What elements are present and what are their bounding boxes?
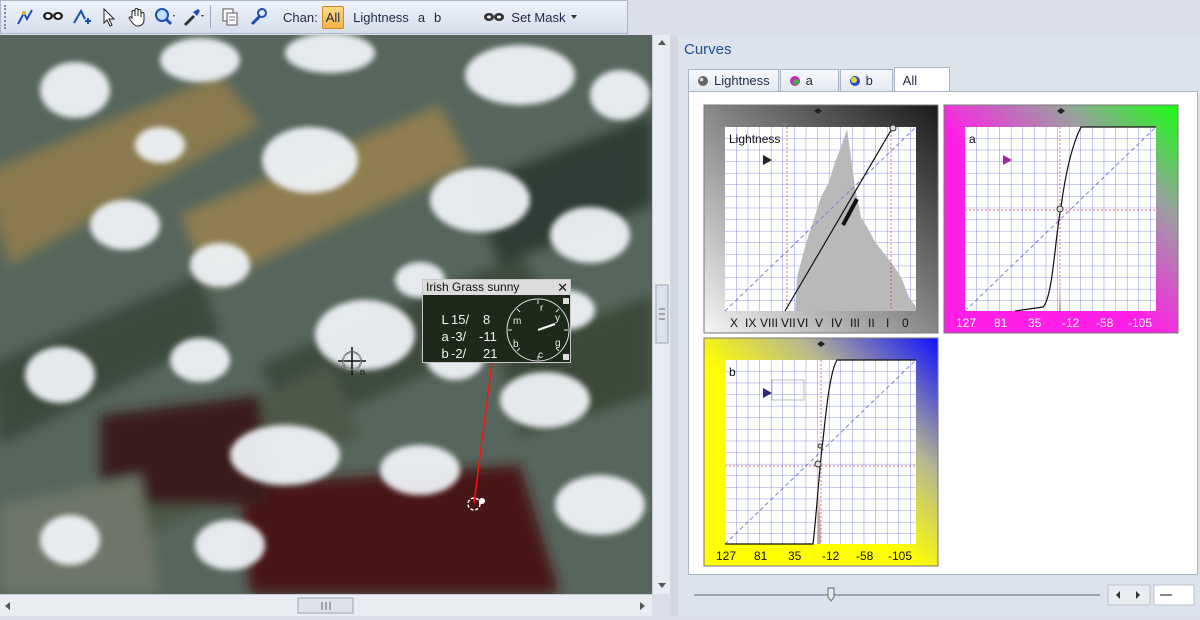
pen-curve-icon[interactable] <box>12 4 38 30</box>
channel-b-button[interactable]: b <box>434 10 441 25</box>
tab-lightness[interactable]: Lightness <box>688 69 779 91</box>
b-graph-label: b <box>729 365 736 379</box>
svg-text:II: II <box>868 316 875 330</box>
svg-text:0: 0 <box>902 316 909 330</box>
dial-c: c <box>538 350 543 361</box>
close-icon[interactable]: ✕ <box>557 280 568 295</box>
lightness-graph-label: Lightness <box>729 132 780 146</box>
add-point-icon[interactable] <box>68 4 94 30</box>
svg-text:-105: -105 <box>1128 316 1152 330</box>
chevron-down-icon <box>571 15 578 19</box>
svg-text:81: 81 <box>754 549 768 563</box>
channel-lightness-button[interactable]: Lightness <box>353 10 409 25</box>
channel-a-button[interactable]: a <box>418 10 425 25</box>
toolbar-grip[interactable] <box>4 5 10 29</box>
svg-text:35: 35 <box>1028 316 1042 330</box>
svg-text:-105: -105 <box>888 549 912 563</box>
mask-icon[interactable] <box>40 4 66 30</box>
curves-panel: Curves Lightness a b All Lightness X IX … <box>678 35 1200 616</box>
svg-text:VII: VII <box>781 316 796 330</box>
dial-y: y <box>555 313 560 324</box>
svg-text:127: 127 <box>716 549 736 563</box>
horizontal-scrollbar[interactable] <box>0 594 652 616</box>
chan-label: Chan: <box>283 9 318 25</box>
svg-text:127: 127 <box>956 316 976 330</box>
curves-graphs: Lightness X IX VIII VII VI V IV III II I… <box>703 104 1179 567</box>
scroll-up-arrow-icon <box>658 40 666 45</box>
svg-text:III: III <box>850 316 860 330</box>
curves-bottom-bar <box>688 582 1198 612</box>
curves-slider[interactable] <box>688 582 1198 612</box>
panel-splitter[interactable] <box>670 35 678 616</box>
svg-text:35: 35 <box>788 549 802 563</box>
eyedropper-icon[interactable] <box>180 4 206 30</box>
curves-panel-title: Curves <box>684 41 732 58</box>
slider-thumb <box>827 587 835 602</box>
svg-text:-58: -58 <box>856 549 874 563</box>
sample-readout-popup[interactable]: Irish Grass sunny ✕ L 15/8 a -3/-11 b -2/21… <box>422 279 571 363</box>
curves-tab-content: Lightness X IX VIII VII VI V IV III II I… <box>688 91 1198 575</box>
mask-small-icon <box>484 13 505 21</box>
svg-text:-58: -58 <box>1096 316 1114 330</box>
svg-text:-12: -12 <box>1062 316 1080 330</box>
svg-text:81: 81 <box>994 316 1008 330</box>
svg-text:-12: -12 <box>822 549 840 563</box>
zoom-icon[interactable] <box>152 4 178 30</box>
b-curve-graph: b 127 81 35 -12 -58 -105 <box>703 337 939 567</box>
svg-text:VIII: VIII <box>760 316 778 330</box>
copy-icon[interactable] <box>217 4 243 30</box>
hand-pan-icon[interactable] <box>124 4 150 30</box>
arrow-select-icon[interactable] <box>96 4 122 30</box>
svg-text:VI: VI <box>797 316 808 330</box>
tab-all[interactable]: All <box>893 67 950 92</box>
svg-text:IX: IX <box>745 316 756 330</box>
hue-dial: r y g c b m <box>506 298 570 362</box>
svg-text:n: n <box>360 367 365 377</box>
toolbar-separator <box>210 6 211 28</box>
dial-g: g <box>555 338 561 349</box>
scroll-left-arrow-icon <box>5 602 10 610</box>
channel-all-button[interactable]: All <box>321 5 345 29</box>
lightness-ball-icon <box>698 75 708 86</box>
readout-title: Irish Grass sunny <box>423 280 570 295</box>
set-mask-button[interactable]: Set Mask <box>483 9 578 25</box>
curves-tabs: Lightness a b All <box>688 67 951 92</box>
tab-a[interactable]: a <box>779 69 839 91</box>
a-ball-icon <box>789 75 800 86</box>
wrench-icon[interactable] <box>245 4 271 30</box>
tab-b[interactable]: b <box>839 69 893 91</box>
readout-row-b: b -2/21 <box>441 346 498 361</box>
svg-text:X: X <box>730 316 738 330</box>
a-curve-graph: a 127 81 35 -12 -58 -105 <box>943 104 1179 334</box>
a-graph-label: a <box>969 132 976 146</box>
dial-b: b <box>513 339 519 350</box>
toolbar: Chan: All Lightness a b Set Mask <box>0 0 628 34</box>
b-ball-icon <box>849 75 860 86</box>
scroll-right-arrow-icon <box>640 602 645 610</box>
svg-text:IV: IV <box>831 316 842 330</box>
lightness-curve-graph: Lightness X IX VIII VII VI V IV III II I… <box>703 104 939 334</box>
set-mask-label: Set Mask <box>511 9 566 25</box>
vertical-scrollbar[interactable] <box>652 35 670 594</box>
svg-text:I: I <box>886 316 889 330</box>
svg-text:V: V <box>815 316 823 330</box>
scroll-down-arrow-icon <box>658 583 666 588</box>
dial-m: m <box>513 316 521 327</box>
